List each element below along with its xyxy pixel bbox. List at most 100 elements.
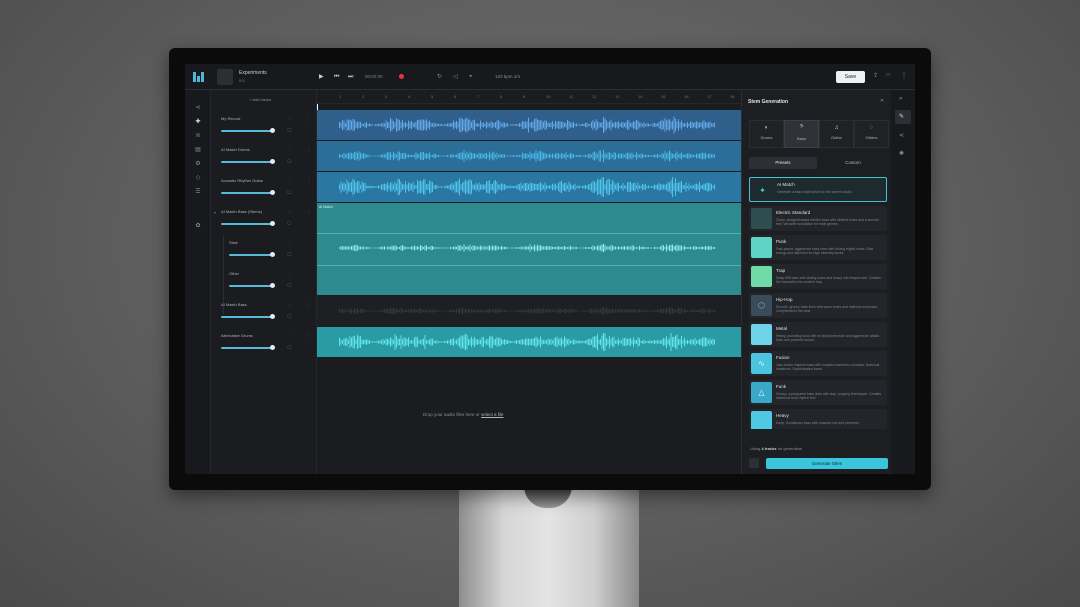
slider-knob[interactable] [270,345,275,350]
mute-icon[interactable]: ◦ [289,302,290,307]
category-drums[interactable]: ◐ Drums [749,120,784,148]
track-lane[interactable] [317,296,741,326]
category-bass[interactable]: 𝄢 Bass [784,120,819,148]
track-lane[interactable] [317,141,741,171]
track-name[interactable]: AI Match Drums [221,147,250,152]
preset-funk[interactable]: △ Funk Groovy, syncopated bass lines wit… [749,380,887,405]
share-nodes-icon[interactable]: ⋖ [194,104,202,112]
track-menu-icon[interactable]: ⋮ [307,209,311,214]
slider-knob[interactable] [270,159,275,164]
plugin-icon[interactable]: ◇ [194,174,202,182]
mixer-icon[interactable]: ≋ [194,132,202,140]
track-lane[interactable] [317,327,741,357]
preset-punk[interactable]: Punk Fast-paced, aggressive bass lines w… [749,235,887,260]
add-tracks-button[interactable]: + Add tracks [249,97,271,102]
collapse-chevron-icon[interactable]: ▾ [214,210,216,215]
track-name[interactable]: AI Match Bass (Stems) [221,209,262,214]
mute-icon[interactable]: ◦ [289,209,290,214]
mute-icon[interactable]: ◦ [289,240,290,245]
slider-knob[interactable] [270,283,275,288]
preset-metal[interactable]: Metal Heavy, pounding bass with technica… [749,322,887,347]
mute-icon[interactable]: ◦ [289,333,290,338]
track-menu-icon[interactable]: ⋮ [307,178,311,183]
slider-knob[interactable] [270,221,275,226]
track-menu-icon[interactable]: ⋮ [307,147,311,152]
preset-fusion[interactable]: ∿ Fusion Jazz-fusion inspired bass with … [749,351,887,376]
mute-icon[interactable]: ◦ [289,178,290,183]
snap-icon[interactable]: ⌖ [469,73,472,81]
project-thumbnail[interactable] [217,69,233,85]
magic-wand-icon[interactable]: ✎ [899,113,904,120]
track-name[interactable]: Alternative Drums [221,333,253,338]
headphones-icon[interactable]: ∩ [886,72,890,78]
record-button[interactable] [399,74,404,79]
slider-knob[interactable] [270,128,275,133]
slider-knob[interactable] [270,190,275,195]
stem-clip-group[interactable] [317,203,741,295]
preset-ai-match[interactable]: ✦ AI Match Generate a bass track based o… [749,177,887,202]
close-icon[interactable]: ✕ [880,98,884,104]
drop-zone[interactable]: Drop your audio files here or select a f… [423,412,504,417]
category-others[interactable]: ◌ Others [854,120,889,148]
mute-icon[interactable]: ◦ [289,116,290,121]
effects-icon[interactable]: ⚙ [194,160,202,168]
mute-icon[interactable]: ◦ [289,147,290,152]
volume-slider[interactable] [221,159,275,164]
mute-icon[interactable]: ◦ [289,271,290,276]
pan-knob-icon[interactable]: ◯ [287,282,291,287]
track-menu-icon[interactable]: ⋮ [307,116,311,121]
pan-knob-icon[interactable]: ◯ [287,189,291,194]
preset-electric-standard[interactable]: Electric Standard Clean, straightforward… [749,206,887,231]
track-menu-icon[interactable]: ⋮ [307,302,311,307]
pan-knob-icon[interactable]: ◯ [287,344,291,349]
tab-custom[interactable]: Custom [819,157,887,169]
pan-knob-icon[interactable]: ◯ [287,127,291,132]
volume-slider[interactable] [229,252,275,257]
collapse-icon[interactable]: » [899,96,902,102]
library-icon[interactable]: ▤ [194,146,202,154]
app-logo-icon[interactable] [193,72,205,82]
tracks-icon[interactable]: ✚ [194,118,202,126]
pan-knob-icon[interactable]: ◯ [287,251,291,256]
tempo-display[interactable]: 120 bpm 4/4 [495,74,520,79]
volume-slider[interactable] [221,128,275,133]
more-icon[interactable]: ⋮ [901,72,907,79]
volume-slider[interactable] [221,190,275,195]
slider-knob[interactable] [270,252,275,257]
ai-icon[interactable]: ✿ [194,222,202,230]
track-lane[interactable] [317,172,741,202]
tab-presets[interactable]: Presets [749,157,817,169]
share-icon[interactable]: ⋖ [899,132,904,139]
slider-knob[interactable] [270,314,275,319]
volume-slider[interactable] [221,345,275,350]
preset-trap[interactable]: Trap Deep 808 bass with sliding notes an… [749,264,887,289]
track-name[interactable]: My Record [221,116,240,121]
save-button[interactable]: Save [836,71,865,83]
pan-knob-icon[interactable]: ◯ [287,158,291,163]
track-menu-icon[interactable]: ⋮ [307,333,311,338]
forward-icon[interactable]: ⏭ [348,73,353,81]
volume-slider[interactable] [221,314,275,319]
volume-slider[interactable] [221,221,275,226]
preset-heavy[interactable]: Heavy Deep, thunderous bass with massive… [749,409,887,429]
track-name[interactable]: Stick [229,240,238,245]
using-count[interactable]: 4 tracks [761,446,776,451]
loop-icon[interactable]: ↻ [437,73,442,81]
preset-hip-hop[interactable]: ⬡ Hip-Hop Smooth, groovy bass lines with… [749,293,887,318]
pan-knob-icon[interactable]: ◯ [287,220,291,225]
generate-stem-button[interactable]: Generate Stem [766,458,888,469]
timeline-ruler[interactable]: 1 2 3 4 5 6 7 8 9 10 11 12 13 14 15 16 1… [317,90,741,104]
track-lane[interactable] [317,110,741,140]
track-name[interactable]: Acoustic Rhythm Guitar [221,178,263,183]
select-file-link[interactable]: select a file [481,412,504,417]
rewind-icon[interactable]: ⏮ [334,73,339,81]
volume-slider[interactable] [229,283,275,288]
project-title[interactable]: Experiments [239,70,267,76]
track-name[interactable]: AI Match Bass [221,302,247,307]
settings-icon[interactable]: ✺ [899,150,904,157]
settings-toggle-button[interactable] [749,458,759,468]
track-name[interactable]: Other [229,271,239,276]
list-icon[interactable]: ☰ [194,188,202,196]
play-icon[interactable]: ▶ [319,73,324,81]
metronome-icon[interactable]: ◁ [453,73,458,81]
